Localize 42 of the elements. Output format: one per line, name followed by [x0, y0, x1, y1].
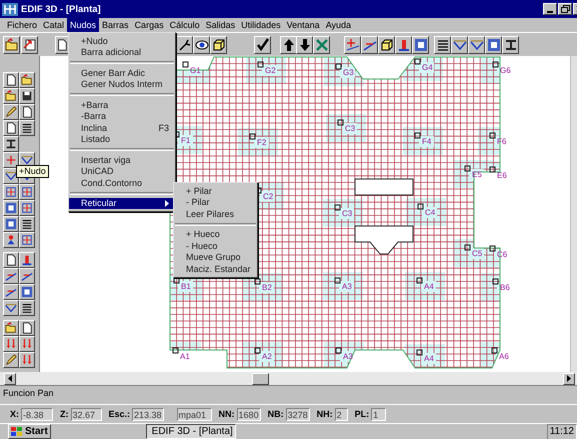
field-label: NN:: [218, 409, 235, 419]
pillar-label: F2: [257, 138, 266, 147]
readout-field: 3278: [286, 408, 310, 420]
pillar-label: A3: [342, 282, 352, 291]
pillar-label: C3: [342, 209, 352, 218]
readout-field: 1680: [236, 408, 261, 420]
pillar-label: C5: [472, 249, 482, 258]
window-title: EDIF 3D - [Planta]: [21, 4, 102, 14]
pillar-label: A4: [424, 354, 434, 363]
pillar-label: G4: [422, 63, 433, 72]
pillar-label: B1: [181, 282, 191, 291]
pillar-label: A6: [499, 352, 509, 361]
readout-field: mpa01: [176, 408, 212, 420]
readout-field: -8.38: [21, 408, 53, 420]
pillar-label: F4: [422, 137, 432, 146]
clock: 11:12: [546, 424, 577, 439]
status-message: Funcion Pan: [0, 385, 577, 405]
pillar-label: G2: [265, 66, 276, 75]
pillar-label: C2: [263, 192, 274, 201]
field-label: NB:: [268, 409, 284, 419]
field-label: Esc.:: [108, 409, 130, 419]
shortcut-label: F3: [157, 122, 169, 133]
pillar-label: B6: [500, 283, 510, 292]
pillar-label: C3: [345, 124, 356, 133]
pillar-label: G3: [343, 68, 354, 77]
readout-field: 2: [334, 408, 348, 420]
tooltip-text: +Nudo: [19, 166, 46, 176]
pillar-label: A1: [180, 352, 190, 361]
field-label: X:: [10, 409, 19, 419]
pillar-label: C4: [425, 208, 436, 217]
readout-field: 32.67: [70, 408, 102, 420]
pillar-label: A4: [424, 282, 434, 291]
pillar-label: E6: [497, 171, 507, 180]
field-label: NH:: [316, 409, 333, 419]
pillar-label: B2: [262, 283, 272, 292]
field-label: PL:: [354, 409, 370, 419]
readout-field: 1: [371, 408, 386, 420]
pillar-label: A2: [262, 352, 272, 361]
pillar-label: A3: [343, 352, 353, 361]
readout-field: 213.38: [132, 408, 164, 420]
pillar-label: F1: [181, 136, 190, 145]
field-label: Z:: [60, 409, 68, 419]
